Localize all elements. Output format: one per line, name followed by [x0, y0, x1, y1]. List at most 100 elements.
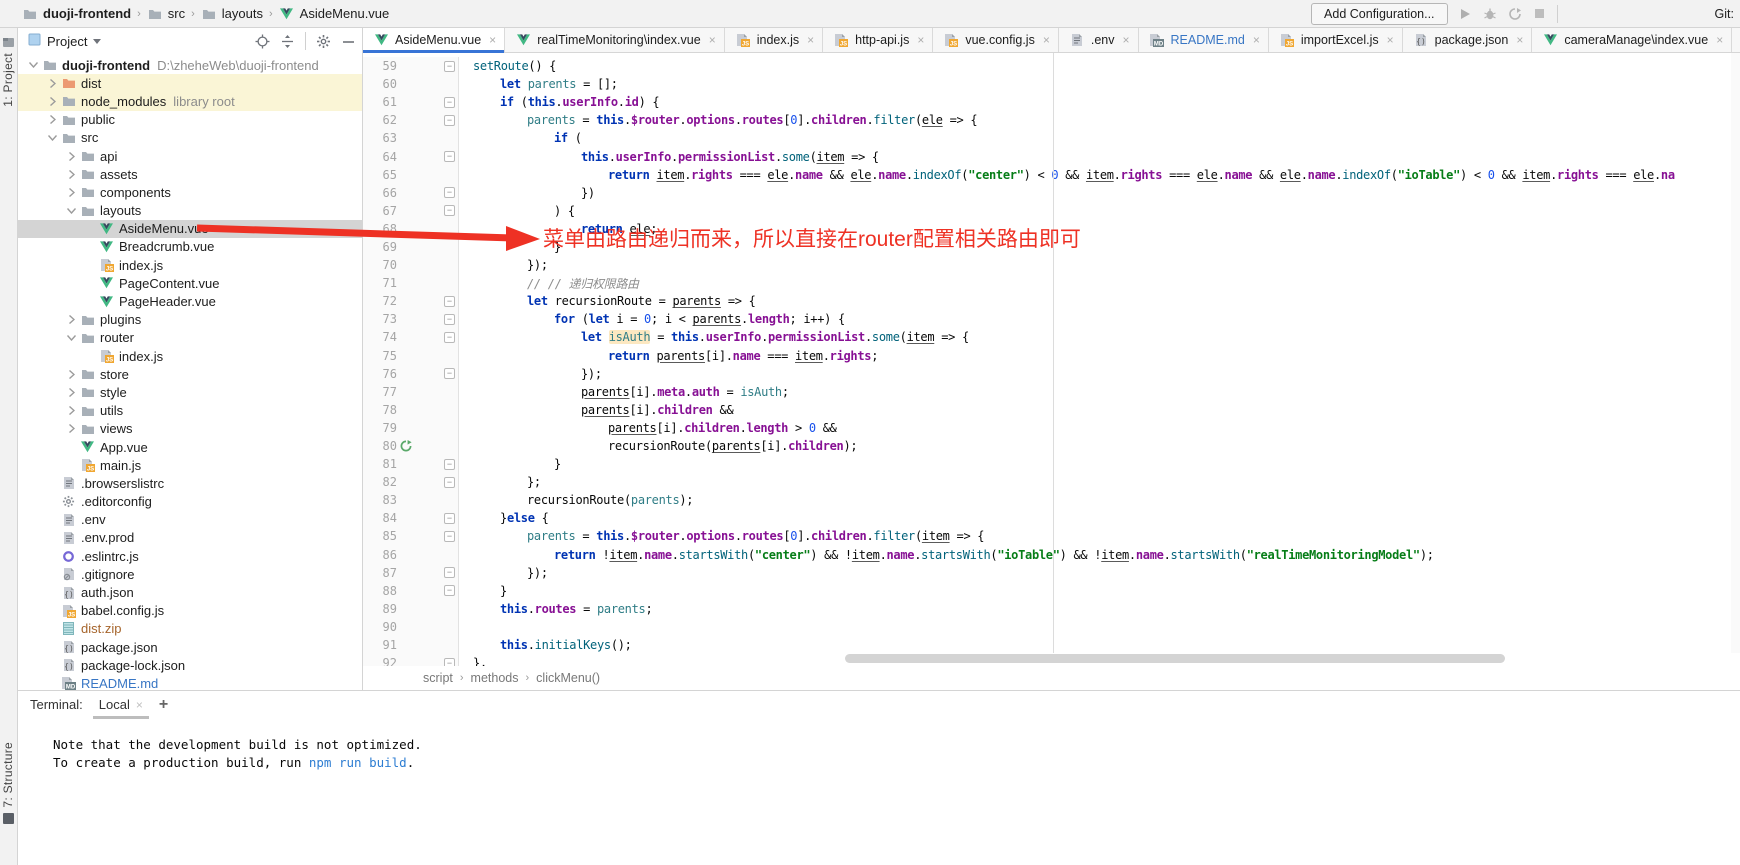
- code-editor[interactable]: 59−setRoute() {60let parents = [];61−if …: [363, 53, 1740, 666]
- tree-row[interactable]: src: [18, 129, 362, 147]
- tree-row[interactable]: layouts: [18, 202, 362, 220]
- close-icon[interactable]: ×: [136, 698, 143, 712]
- chevron-expanded-icon[interactable]: [45, 135, 60, 141]
- run-icon[interactable]: [1457, 6, 1473, 22]
- chevron-expanded-icon[interactable]: [64, 335, 79, 341]
- fold-marker-icon[interactable]: −: [444, 151, 455, 162]
- chevron-collapsed-icon[interactable]: [64, 406, 79, 415]
- new-terminal-button[interactable]: +: [159, 696, 168, 714]
- editor-tab[interactable]: JSindex.js×: [725, 28, 823, 52]
- close-tab-icon[interactable]: ×: [1041, 33, 1050, 47]
- editor-tab[interactable]: JSvue.config.js×: [933, 28, 1059, 52]
- editor-tab[interactable]: JSimportExcel.js×: [1269, 28, 1403, 52]
- tree-row[interactable]: dist.zip: [18, 620, 362, 638]
- hide-panel-icon[interactable]: [341, 34, 356, 49]
- fold-marker-icon[interactable]: −: [444, 531, 455, 542]
- editor-breadcrumb-item[interactable]: clickMenu(): [536, 671, 600, 685]
- editor-tab[interactable]: {)package.json×: [1403, 28, 1533, 52]
- fold-marker-icon[interactable]: −: [444, 477, 455, 488]
- fold-marker-icon[interactable]: −: [444, 61, 455, 72]
- tree-row[interactable]: api: [18, 147, 362, 165]
- project-stripe-button[interactable]: 1: Project: [1, 36, 15, 107]
- close-tab-icon[interactable]: ×: [1514, 33, 1523, 47]
- chevron-collapsed-icon[interactable]: [45, 97, 60, 106]
- tree-row[interactable]: utils: [18, 402, 362, 420]
- tree-row[interactable]: .editorconfig: [18, 493, 362, 511]
- tree-row[interactable]: {)package.json: [18, 638, 362, 656]
- fold-marker-icon[interactable]: −: [444, 368, 455, 379]
- tree-row[interactable]: router: [18, 329, 362, 347]
- horizontal-scrollbar[interactable]: [845, 654, 1505, 663]
- tree-row[interactable]: assets: [18, 165, 362, 183]
- fold-marker-icon[interactable]: −: [444, 187, 455, 198]
- terminal-tab-local[interactable]: Local ×: [97, 692, 145, 717]
- tree-row[interactable]: Breadcrumb.vue: [18, 238, 362, 256]
- fold-marker-icon[interactable]: −: [444, 513, 455, 524]
- tree-row[interactable]: plugins: [18, 311, 362, 329]
- editor-breadcrumb-item[interactable]: methods: [471, 671, 519, 685]
- close-tab-icon[interactable]: ×: [707, 33, 716, 47]
- tree-row[interactable]: JSindex.js: [18, 347, 362, 365]
- error-stripe[interactable]: [1731, 53, 1740, 653]
- tree-row[interactable]: .gitignore: [18, 565, 362, 583]
- tree-row[interactable]: PageHeader.vue: [18, 292, 362, 310]
- tree-row[interactable]: store: [18, 365, 362, 383]
- chevron-collapsed-icon[interactable]: [64, 152, 79, 161]
- tree-row[interactable]: style: [18, 383, 362, 401]
- fold-marker-icon[interactable]: −: [444, 296, 455, 307]
- fold-marker-icon[interactable]: −: [444, 658, 455, 666]
- tree-row[interactable]: JSindex.js: [18, 256, 362, 274]
- close-tab-icon[interactable]: ×: [805, 33, 814, 47]
- tree-row[interactable]: JSmain.js: [18, 456, 362, 474]
- tree-row[interactable]: node_moduleslibrary root: [18, 92, 362, 110]
- run-with-coverage-icon[interactable]: [1507, 6, 1523, 22]
- tree-row[interactable]: dist: [18, 74, 362, 92]
- stop-icon[interactable]: [1532, 6, 1548, 22]
- fold-marker-icon[interactable]: −: [444, 459, 455, 470]
- chevron-collapsed-icon[interactable]: [64, 188, 79, 197]
- collapse-all-icon[interactable]: [280, 34, 295, 49]
- chevron-collapsed-icon[interactable]: [64, 370, 79, 379]
- fold-marker-icon[interactable]: −: [444, 314, 455, 325]
- fold-marker-icon[interactable]: −: [444, 205, 455, 216]
- tree-row[interactable]: .env: [18, 511, 362, 529]
- fold-marker-icon[interactable]: −: [444, 97, 455, 108]
- editor-tab[interactable]: MDREADME.md×: [1139, 28, 1269, 52]
- chevron-collapsed-icon[interactable]: [45, 79, 60, 88]
- recursive-call-icon[interactable]: [400, 440, 417, 452]
- fold-marker-icon[interactable]: −: [444, 567, 455, 578]
- git-branch-widget[interactable]: Git:: [1567, 7, 1734, 21]
- fold-marker-icon[interactable]: −: [444, 332, 455, 343]
- close-tab-icon[interactable]: ×: [1120, 33, 1129, 47]
- tree-row[interactable]: components: [18, 183, 362, 201]
- close-tab-icon[interactable]: ×: [1251, 33, 1260, 47]
- breadcrumb-item[interactable]: duoji-frontend: [22, 6, 131, 21]
- debug-icon[interactable]: [1482, 6, 1498, 22]
- tree-row[interactable]: {)package-lock.json: [18, 656, 362, 674]
- editor-tab[interactable]: JShttp-api.js×: [823, 28, 933, 52]
- close-tab-icon[interactable]: ×: [487, 33, 496, 47]
- tree-row[interactable]: {)auth.json: [18, 583, 362, 601]
- close-tab-icon[interactable]: ×: [915, 33, 924, 47]
- editor-tab[interactable]: AsideMenu.vue×: [363, 28, 505, 52]
- editor-tab[interactable]: .env×: [1059, 28, 1139, 52]
- chevron-collapsed-icon[interactable]: [45, 115, 60, 124]
- tree-row[interactable]: JSbabel.config.js: [18, 602, 362, 620]
- chevron-expanded-icon[interactable]: [26, 62, 41, 68]
- tree-row[interactable]: .eslintrc.js: [18, 547, 362, 565]
- structure-stripe-button[interactable]: 7: Structure: [1, 742, 15, 825]
- locate-file-icon[interactable]: [255, 34, 270, 49]
- editor-tab[interactable]: realTimeMonitoring\index.vue×: [505, 28, 725, 52]
- tree-row[interactable]: PageContent.vue: [18, 274, 362, 292]
- breadcrumb-item[interactable]: AsideMenu.vue: [279, 6, 390, 21]
- fold-marker-icon[interactable]: −: [444, 115, 455, 126]
- tree-row[interactable]: views: [18, 420, 362, 438]
- fold-marker-icon[interactable]: −: [444, 585, 455, 596]
- tree-row[interactable]: AsideMenu.vue: [18, 220, 362, 238]
- tree-row[interactable]: duoji-frontendD:\zheheWeb\duoji-frontend: [18, 56, 362, 74]
- settings-gear-icon[interactable]: [316, 34, 331, 49]
- chevron-collapsed-icon[interactable]: [64, 424, 79, 433]
- breadcrumb-item[interactable]: layouts: [201, 6, 263, 21]
- tree-row[interactable]: App.vue: [18, 438, 362, 456]
- chevron-collapsed-icon[interactable]: [64, 388, 79, 397]
